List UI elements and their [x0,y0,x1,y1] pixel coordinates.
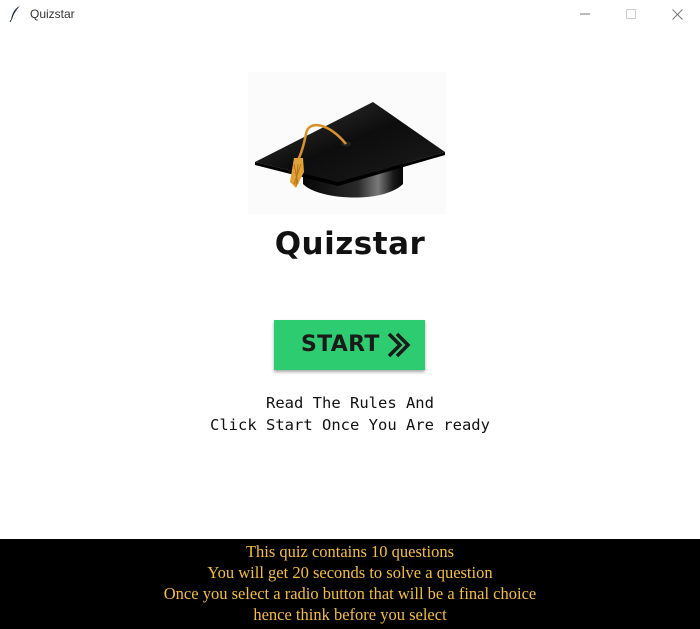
instructions-text: Read The Rules And Click Start Once You … [0,393,700,436]
close-button[interactable] [654,0,700,28]
double-chevron-right-icon [387,332,411,358]
start-button-label: START [301,332,380,357]
maximize-button[interactable] [608,0,654,28]
graduation-cap-icon [255,102,445,198]
instructions-line: Read The Rules And [266,394,434,412]
feather-icon [9,5,21,23]
minimize-icon [580,13,590,15]
rule-line: hence think before you select [253,605,447,624]
minimize-button[interactable] [562,0,608,28]
title-bar: Quizstar [0,0,700,28]
rule-line: Once you select a radio button that will… [163,584,537,603]
maximize-icon [626,9,636,19]
window-title: Quizstar [30,7,75,21]
rule-line: This quiz contains 10 questions [245,542,455,561]
rules-panel: This quiz contains 10 questions You will… [0,539,700,629]
app-title: Quizstar [274,226,426,262]
start-button[interactable]: START [274,320,425,370]
logo-image [248,72,446,214]
close-icon [671,8,683,20]
rule-line: You will get 20 seconds to solve a quest… [207,563,493,582]
instructions-line: Click Start Once You Are ready [210,415,490,434]
